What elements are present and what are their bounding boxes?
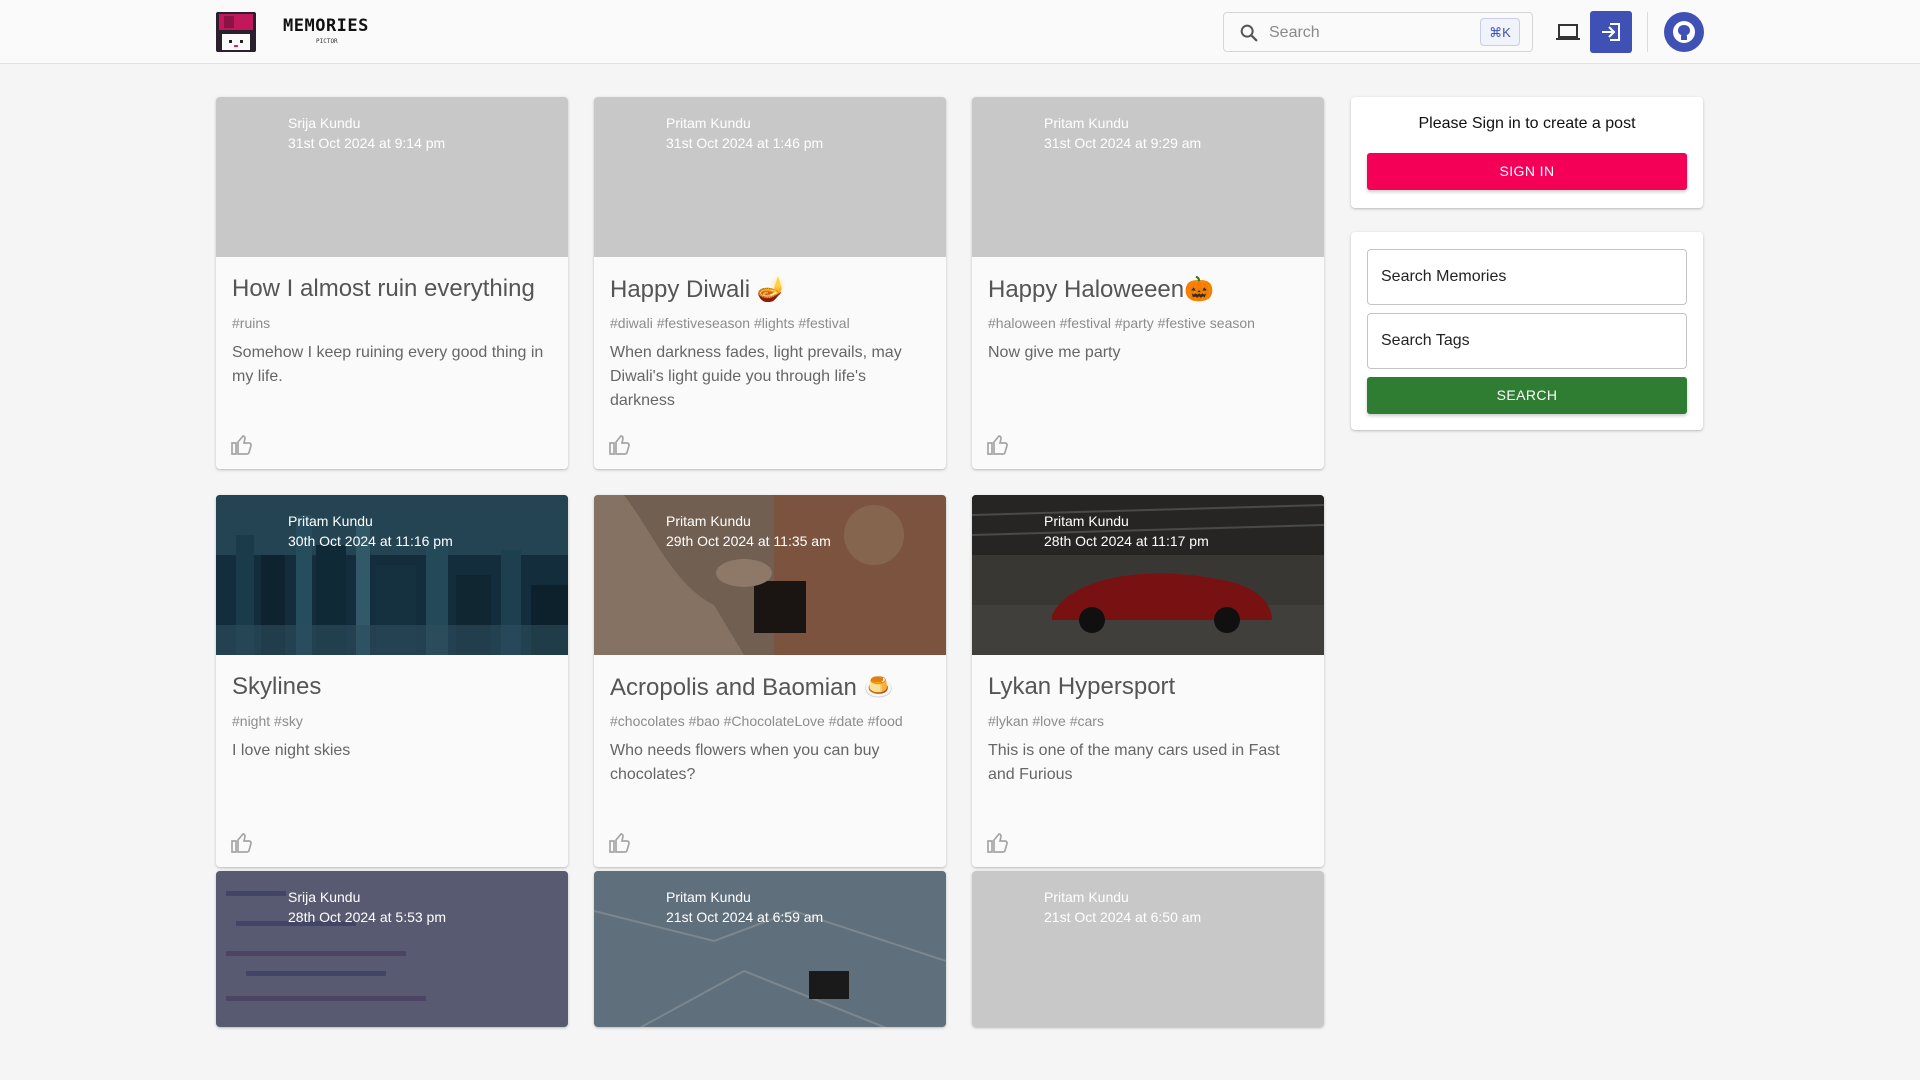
app-bar: MEMORIES PICTOR Search ⌘K [0,0,1920,64]
post-image[interactable] [216,97,568,257]
search-placeholder: Search [1269,24,1320,41]
post-image[interactable] [594,871,946,1027]
search-memories-label: Search Memories [1381,268,1507,285]
search-tags-label: Search Tags [1381,332,1470,349]
post-author: Srija Kundu [288,115,361,131]
toolbar-divider [1647,12,1648,52]
post-image[interactable] [972,871,1324,1027]
post-tags: #ruins [232,315,271,331]
post-message: This is one of the many cars used in Fas… [988,742,1280,783]
post-date: 28th Oct 2024 at 11:17 pm [1044,533,1209,549]
signin-prompt: Please Sign in to create a post [1418,115,1636,132]
post-author: Pritam Kundu [666,889,751,905]
login-icon [1602,23,1620,41]
post-title: Skylines [232,673,322,700]
thumb-up-icon[interactable] [230,433,254,457]
post-date: 30th Oct 2024 at 11:16 pm [288,533,453,549]
post-date: 21st Oct 2024 at 6:59 am [666,909,824,925]
post-image[interactable] [972,495,1324,655]
post-image[interactable] [594,495,946,655]
post-date: 31st Oct 2024 at 9:14 pm [288,135,446,151]
post-author: Pritam Kundu [288,513,373,529]
post-card[interactable]: Srija Kundu 28th Oct 2024 at 5:53 pm [216,871,568,1027]
post-author: Pritam Kundu [666,513,751,529]
post-author: Srija Kundu [288,889,361,905]
post-date: 28th Oct 2024 at 5:53 pm [288,909,446,925]
search-memories-field[interactable]: Search Memories [1367,249,1687,305]
post-card[interactable]: Pritam Kundu 28th Oct 2024 at 11:17 pm L… [972,495,1324,867]
post-title: How I almost ruin everything [232,275,535,302]
post-tags: #lykan #love #cars [988,713,1104,729]
post-card[interactable]: Pritam Kundu 21st Oct 2024 at 6:50 am [972,871,1324,1027]
search-panel: Search Memories Search Tags SEARCH [1351,232,1703,430]
search-box[interactable]: Search ⌘K [1223,12,1533,52]
search-tags-field[interactable]: Search Tags [1367,313,1687,369]
post-image[interactable] [594,97,946,257]
thumb-up-icon[interactable] [986,433,1010,457]
thumb-up-icon[interactable] [230,831,254,855]
post-author: Pritam Kundu [1044,513,1129,529]
post-card[interactable]: Srija Kundu 31st Oct 2024 at 9:14 pm How… [216,97,568,469]
laptop-icon[interactable] [1555,20,1581,44]
post-author: Pritam Kundu [666,115,751,131]
post-date: 21st Oct 2024 at 6:50 am [1044,909,1202,925]
post-image[interactable] [216,495,568,655]
post-date: 29th Oct 2024 at 11:35 am [666,533,831,549]
post-title: Lykan Hypersport [988,673,1176,700]
signin-panel: Please Sign in to create a post SIGN IN [1351,97,1703,208]
brand-title[interactable]: MEMORIES [283,16,369,36]
github-icon [1673,21,1695,43]
floppy-logo-icon[interactable] [216,12,256,52]
post-tags: #diwali #festiveseason #lights #festival [610,315,850,331]
search-button[interactable]: SEARCH [1367,377,1687,414]
post-card[interactable]: Pritam Kundu 31st Oct 2024 at 1:46 pm Ha… [594,97,946,469]
thumb-up-icon[interactable] [608,433,632,457]
post-date: 31st Oct 2024 at 1:46 pm [666,135,824,151]
post-image[interactable] [216,871,568,1027]
post-card[interactable]: Pritam Kundu 30th Oct 2024 at 11:16 pm S… [216,495,568,867]
post-title: Acropolis and Baomian 🍮 [610,674,894,701]
post-author: Pritam Kundu [1044,889,1129,905]
post-image[interactable] [972,97,1324,257]
post-message: I love night skies [232,742,351,759]
thumb-up-icon[interactable] [608,831,632,855]
github-button[interactable] [1664,12,1704,52]
post-message: Somehow I keep ruining every good thing … [232,344,544,385]
search-shortcut-badge: ⌘K [1480,18,1520,46]
post-tags: #chocolates #bao #ChocolateLove #date #f… [610,713,903,729]
post-author: Pritam Kundu [1044,115,1129,131]
post-message: Now give me party [988,344,1121,361]
post-title: Happy Haloweeen🎃 [988,276,1215,303]
thumb-up-icon[interactable] [986,831,1010,855]
post-card[interactable]: Pritam Kundu 29th Oct 2024 at 11:35 am A… [594,495,946,867]
post-tags: #haloween #festival #party #festive seas… [988,315,1255,331]
post-card[interactable]: Pritam Kundu 21st Oct 2024 at 6:59 am [594,871,946,1027]
search-icon [1240,24,1258,42]
post-tags: #night #sky [232,713,303,729]
post-card[interactable]: Pritam Kundu 31st Oct 2024 at 9:29 am Ha… [972,97,1324,469]
post-message: When darkness fades, light prevails, may… [610,344,902,409]
post-title: Happy Diwali 🪔 [610,276,787,303]
brand-subtitle: PICTOR [316,38,338,45]
login-button[interactable] [1590,11,1632,53]
post-date: 31st Oct 2024 at 9:29 am [1044,135,1202,151]
post-message: Who needs flowers when you can buy choco… [610,742,880,783]
sign-in-button[interactable]: SIGN IN [1367,153,1687,190]
